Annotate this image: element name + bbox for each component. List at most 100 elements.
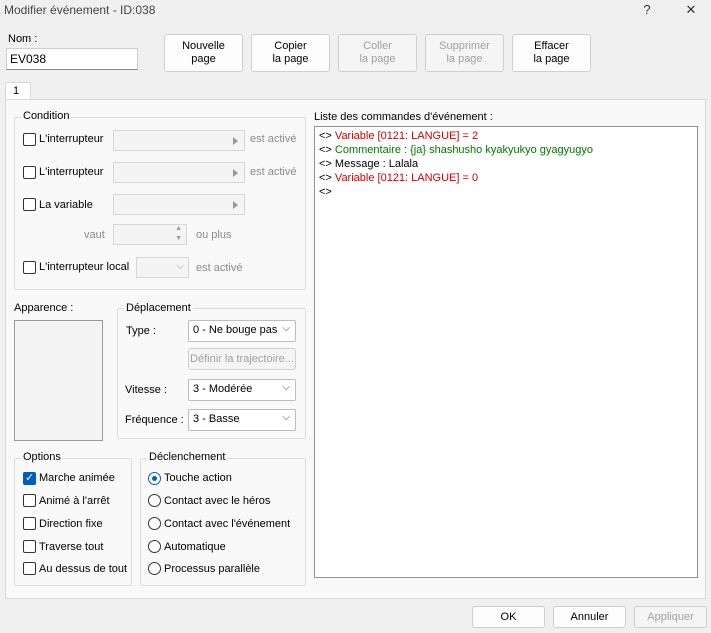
command-list[interactable]: <> Variable [0121: LANGUE] = 2 <> Commen… — [314, 126, 698, 578]
condition-title: Condition — [21, 110, 72, 122]
switch2-suffix: est activé — [250, 166, 297, 178]
switch2-arrow-icon — [233, 169, 238, 177]
clear-page-label-1: Effacer — [534, 40, 569, 52]
command-text: Message : Lalala — [334, 158, 419, 170]
command-prefix: <> — [319, 172, 332, 184]
name-field[interactable]: EV038 — [6, 48, 138, 70]
switch2-label: L'interrupteur — [39, 166, 104, 178]
speed-select[interactable]: 3 - Modérée ⌵ — [188, 379, 296, 401]
spinner-up-icon[interactable]: ▲ — [175, 225, 182, 232]
local-switch-label: L'interrupteur local — [39, 261, 130, 273]
ok-label: OK — [500, 610, 517, 623]
local-switch-selector[interactable]: ⌵ — [136, 257, 189, 278]
switch1-checkbox[interactable] — [23, 133, 36, 146]
appearance-preview[interactable] — [14, 320, 103, 441]
variable-value-spinner[interactable]: ▲ ▼ — [113, 224, 187, 245]
trigger-player-touch-label: Contact avec le héros — [164, 495, 271, 507]
variable-vaut-label: vaut — [84, 229, 105, 241]
movement-type-value: 0 - Ne bouge pas — [193, 324, 278, 336]
option-direction-fix-checkbox[interactable] — [23, 517, 36, 530]
movement-type-select[interactable]: 0 - Ne bouge pas ⌵ — [188, 320, 296, 342]
command-text: Commentaire : {ja} shashusho kyakyukyo g… — [334, 144, 593, 156]
trigger-action-button-radio[interactable] — [148, 472, 161, 485]
command-line[interactable]: <> — [319, 186, 332, 198]
movement-title: Déplacement — [124, 302, 193, 314]
trigger-autorun-label: Automatique — [164, 541, 226, 553]
spinner-down-icon[interactable]: ▼ — [175, 235, 182, 242]
command-line[interactable]: <> Message : Lalala — [319, 158, 418, 170]
clear-page-button[interactable]: Effacer la page — [512, 34, 591, 72]
command-prefix: <> — [319, 186, 332, 198]
window-title: Modifier événement - ID:038 — [4, 3, 156, 17]
option-through-label: Traverse tout — [39, 541, 104, 553]
switch1-selector[interactable] — [113, 130, 245, 151]
speed-value: 3 - Modérée — [193, 383, 253, 395]
trigger-event-touch-radio[interactable] — [148, 517, 161, 530]
define-route-button[interactable]: Définir la trajectoire... — [188, 348, 296, 370]
option-on-top-label: Au dessus de tout — [39, 563, 128, 575]
trigger-autorun-radio[interactable] — [148, 540, 161, 553]
copy-page-label-1: Copier — [274, 40, 307, 52]
new-page-label-1: Nouvelle — [182, 40, 225, 52]
local-switch-suffix: est activé — [196, 262, 243, 274]
variable-checkbox[interactable] — [23, 198, 36, 211]
delete-page-button[interactable]: Supprimer la page — [425, 34, 504, 72]
trigger-parallel-radio[interactable] — [148, 562, 161, 575]
name-value: EV038 — [10, 52, 47, 66]
command-prefix: <> — [319, 130, 332, 142]
apply-button[interactable]: Appliquer — [634, 606, 707, 628]
delete-page-label-1: Supprimer — [439, 40, 490, 52]
command-text: Variable [0121: LANGUE] = 0 — [334, 172, 479, 184]
define-route-label: Définir la trajectoire... — [190, 352, 294, 365]
new-page-button[interactable]: Nouvelle page — [164, 34, 243, 72]
tab-page-1-label: 1 — [13, 85, 20, 97]
tab-page-1[interactable]: 1 — [5, 82, 31, 100]
local-switch-checkbox[interactable] — [23, 261, 36, 274]
command-prefix: <> — [319, 144, 332, 156]
switch1-label: L'interrupteur — [39, 133, 104, 145]
cancel-button[interactable]: Annuler — [553, 606, 626, 628]
switch2-selector[interactable] — [113, 162, 245, 183]
frequency-chevron-icon: ⌵ — [282, 412, 290, 423]
local-switch-chevron-icon: ⌵ — [176, 261, 184, 272]
option-walk-anim-checkbox[interactable] — [23, 471, 36, 485]
new-page-label-2: page — [191, 53, 216, 65]
command-prefix: <> — [319, 158, 332, 170]
clear-page-label-2: la page — [533, 53, 570, 65]
paste-page-button[interactable]: Coller la page — [338, 34, 417, 72]
variable-arrow-icon — [233, 201, 238, 209]
option-step-anim-checkbox[interactable] — [23, 494, 36, 507]
frequency-select[interactable]: 3 - Basse ⌵ — [188, 409, 296, 431]
command-line[interactable]: <> Variable [0121: LANGUE] = 2 — [319, 130, 478, 142]
movement-type-label: Type : — [126, 325, 156, 337]
frequency-label: Fréquence : — [125, 414, 184, 426]
help-icon[interactable]: ? — [627, 0, 667, 22]
copy-page-button[interactable]: Copier la page — [251, 34, 330, 72]
command-line[interactable]: <> Commentaire : {ja} shashusho kyakyuky… — [319, 144, 593, 156]
close-icon[interactable]: ✕ — [671, 0, 711, 22]
copy-page-label-2: la page — [272, 53, 309, 65]
delete-page-label-2: la page — [446, 53, 483, 65]
variable-selector[interactable] — [113, 194, 245, 215]
trigger-parallel-label: Processus parallèle — [164, 563, 260, 575]
command-list-label: Liste des commandes d'événement : — [314, 111, 493, 123]
switch2-checkbox[interactable] — [23, 166, 36, 179]
options-title: Options — [21, 451, 63, 463]
speed-label: Vitesse : — [125, 384, 167, 396]
trigger-event-touch-label: Contact avec l'événement — [164, 518, 291, 530]
trigger-player-touch-radio[interactable] — [148, 494, 161, 507]
option-direction-fix-label: Direction fixe — [39, 518, 103, 530]
paste-page-label-2: la page — [359, 53, 396, 65]
option-step-anim-label: Animé à l'arrêt — [39, 495, 110, 507]
paste-page-label-1: Coller — [363, 40, 392, 52]
cancel-label: Annuler — [570, 610, 609, 623]
option-through-checkbox[interactable] — [23, 540, 36, 553]
option-walk-anim-label: Marche animée — [39, 472, 115, 484]
ok-button[interactable]: OK — [472, 606, 545, 628]
option-on-top-checkbox[interactable] — [23, 562, 36, 575]
frequency-value: 3 - Basse — [193, 413, 240, 425]
title-bar: Modifier événement - ID:038 ? ✕ — [0, 0, 711, 22]
trigger-action-button-label: Touche action — [164, 472, 232, 484]
variable-label: La variable — [39, 199, 93, 211]
command-line[interactable]: <> Variable [0121: LANGUE] = 0 — [319, 172, 478, 184]
